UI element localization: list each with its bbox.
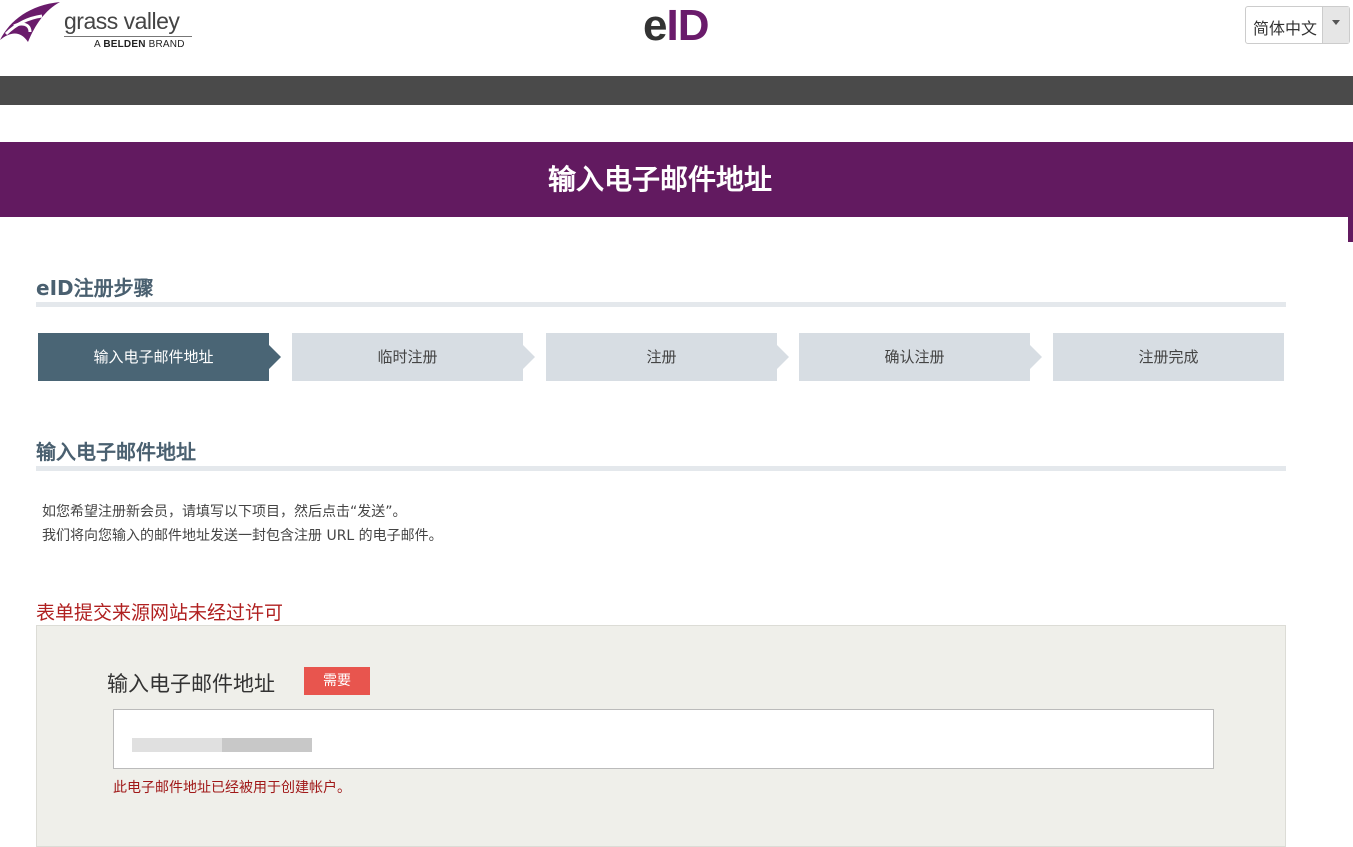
form-section-title: 输入电子邮件地址 <box>36 440 196 464</box>
logo-divider <box>64 36 192 37</box>
email-field-label: 输入电子邮件地址 <box>107 672 275 696</box>
step-label: 确认注册 <box>884 348 945 366</box>
redacted-text <box>222 738 312 752</box>
email-field-error: 此电子邮件地址已经被用于创建帐户。 <box>113 780 351 796</box>
logo-tagline: A BELDEN BRAND <box>94 39 185 50</box>
steps-section-title: eID注册步骤 <box>36 276 154 300</box>
site-header: grass valley A BELDEN BRAND eID 简体中文 <box>0 0 1353 76</box>
step-enter-email: 输入电子邮件地址 <box>38 333 281 381</box>
intro-line: 如您希望注册新会员，请填写以下项目，然后点击“发送”。 <box>42 504 407 520</box>
brand-id: ID <box>666 1 709 50</box>
step-arrow-icon <box>523 345 535 369</box>
page-title: 输入电子邮件地址 <box>547 163 772 196</box>
intro-line: 我们将向您输入的邮件地址发送一封包含注册 URL 的电子邮件。 <box>42 528 443 544</box>
banner-edge <box>1348 217 1353 242</box>
caret-down-icon <box>1332 20 1340 25</box>
intro-text: 如您希望注册新会员，请填写以下项目，然后点击“发送”。 我们将向您输入的邮件地址… <box>42 500 443 548</box>
step-arrow-icon <box>777 345 789 369</box>
logo-wordmark: grass valley <box>64 8 180 34</box>
brand-e: e <box>643 1 668 50</box>
email-input[interactable] <box>113 709 1214 769</box>
step-label: 输入电子邮件地址 <box>93 348 214 366</box>
nav-bar <box>0 76 1353 105</box>
page-title-banner: 输入电子邮件地址 <box>0 142 1353 217</box>
registration-steps: 输入电子邮件地址 临时注册 注册 确认注册 注册完成 <box>38 333 1285 381</box>
step-arrow-icon <box>1030 345 1042 369</box>
step-label: 临时注册 <box>377 348 438 366</box>
section-divider <box>36 302 1286 307</box>
step-registration: 注册 <box>546 333 789 381</box>
step-arrow-icon <box>269 345 281 369</box>
grass-valley-logo[interactable]: grass valley A BELDEN BRAND <box>0 0 200 56</box>
dropdown-button[interactable] <box>1322 7 1349 43</box>
eid-brand-logo: eID <box>643 1 709 51</box>
step-label: 注册 <box>646 348 677 366</box>
step-registration-complete: 注册完成 <box>1053 333 1284 381</box>
step-confirm-registration: 确认注册 <box>799 333 1042 381</box>
form-error-message: 表单提交来源网站未经过许可 <box>36 602 284 624</box>
step-temporary-registration: 临时注册 <box>292 333 535 381</box>
language-select[interactable]: 简体中文 <box>1245 6 1350 44</box>
language-selected: 简体中文 <box>1253 19 1318 38</box>
section-divider <box>36 466 1286 471</box>
grass-valley-swoosh-icon <box>0 2 60 42</box>
step-label: 注册完成 <box>1138 348 1199 366</box>
required-badge: 需要 <box>304 667 370 695</box>
